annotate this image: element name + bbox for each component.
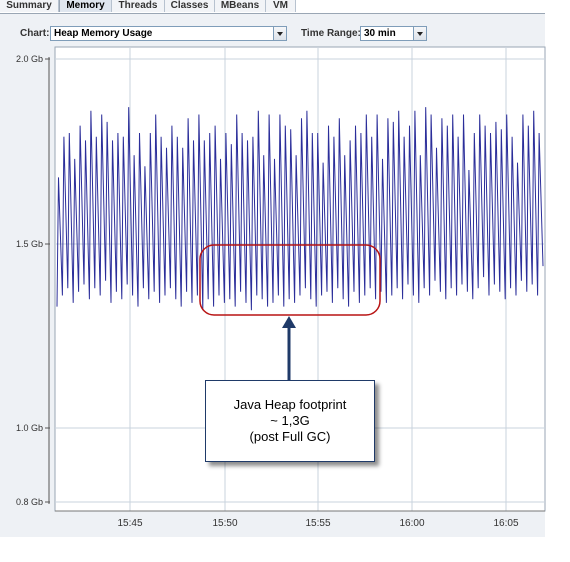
annotation-callout: Java Heap footprint ~ 1,3G (post Full GC…	[205, 380, 375, 462]
x-tick-label: 15:55	[305, 518, 330, 529]
y-tick-label: 0.8 Gb	[16, 497, 43, 507]
y-tick-label: 1.0 Gb	[16, 423, 43, 433]
annotation-line-3: (post Full GC)	[249, 429, 331, 444]
y-tick-label: 1.5 Gb	[16, 239, 43, 249]
x-tick-label: 16:00	[399, 518, 424, 529]
x-tick-label: 15:45	[117, 518, 142, 529]
x-tick-label: 15:50	[212, 518, 237, 529]
annotation-line-2: ~ 1,3G	[270, 413, 310, 428]
annotation-line-1: Java Heap footprint	[233, 397, 347, 412]
heap-usage-chart: 15:45 15:50 15:55 16:00 16:05 2.0 Gb 1.5 Gb 1.0…	[16, 46, 546, 529]
y-tick-label: 2.0 Gb	[16, 54, 43, 64]
x-tick-label: 16:05	[493, 518, 518, 529]
